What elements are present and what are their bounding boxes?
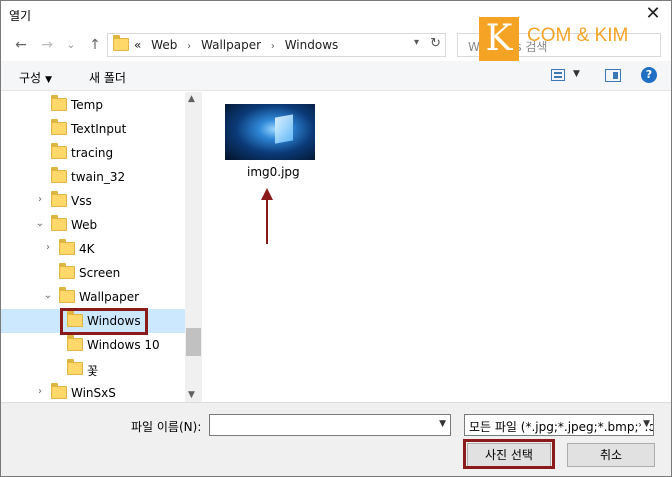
open-button[interactable]: 사진 선택 [467,443,551,467]
breadcrumb-windows[interactable]: Windows [285,38,339,52]
tree-item[interactable]: 꽃 [1,357,185,381]
tree-item-label: Windows [87,314,141,328]
breadcrumb-overflow[interactable]: « [134,38,141,52]
help-icon[interactable]: ? [641,67,657,83]
file-list: img0.jpg [202,92,671,402]
toolbar: 구성 ▼ 새 폴더 ▼ ? [1,61,671,91]
tree-item-label: TextInput [71,122,127,136]
scroll-thumb[interactable] [186,328,201,356]
watermark-letter: K [479,17,519,61]
tree-item[interactable]: twain_32 [1,165,185,189]
annotation-arrow-icon [261,188,273,244]
breadcrumb-separator-icon[interactable]: › [187,41,191,52]
tree-item-label: tracing [71,146,114,160]
navigation-tree: Temp TextInput tracing twain_32 › Vss ⌄ Web › 4K S… [1,92,185,402]
tree-item-label: twain_32 [71,170,126,184]
new-folder-button[interactable]: 새 폴더 [89,69,126,86]
folder-icon [67,359,83,378]
window-title: 열기 [9,9,32,23]
folder-icon [59,239,75,258]
chevron-right-icon[interactable]: › [35,194,45,205]
folder-icon [51,143,67,162]
file-type-value: 모든 파일 (*.jpg;*.jpeg;*.bmp;*.d [469,420,654,434]
filename-label: 파일 이름(N): [131,420,202,434]
chevron-right-icon[interactable]: › [43,242,53,253]
tree-item-label: 4K [79,242,95,256]
tree-item-label: Windows 10 [87,338,160,352]
preview-pane-icon[interactable] [605,69,621,82]
folder-icon [51,95,67,114]
address-bar[interactable]: « Web › Wallpaper › Windows ▾ ↻ [107,33,446,57]
folder-icon [59,263,75,282]
breadcrumb-wallpaper[interactable]: Wallpaper [201,38,261,52]
tree-item[interactable]: Windows 10 [1,333,185,357]
breadcrumb: « Web › Wallpaper › Windows [134,38,344,52]
chevron-down-icon[interactable]: ▼ [641,419,650,429]
tree-item-label: Web [71,218,98,232]
folder-icon [51,167,67,186]
tree-item[interactable]: TextInput [1,117,185,141]
tree-item-label: Temp [71,98,103,112]
folder-icon [67,311,83,330]
folder-icon [59,287,75,306]
tree-item-label: Wallpaper [79,290,140,304]
tree-item-label: 꽃 [87,364,99,378]
tree-item[interactable]: Temp [1,93,185,117]
tree-item-label: Vss [71,194,92,208]
file-type-select[interactable]: 모든 파일 (*.jpg;*.jpeg;*.bmp;*.d ▼ [464,414,654,436]
tree-item-label: WinSxS [71,386,116,400]
up-arrow-icon[interactable]: ↑ [85,35,105,55]
back-arrow-icon[interactable]: ← [11,35,31,55]
image-thumbnail[interactable] [225,104,315,160]
tree-item[interactable]: Windows [1,309,185,333]
folder-icon [67,335,83,354]
tree-item-label: Screen [79,266,121,280]
folder-icon [51,383,67,402]
chevron-down-icon: ▼ [45,75,53,85]
folder-icon [51,191,67,210]
breadcrumb-web[interactable]: Web [151,38,177,52]
scroll-down-icon[interactable]: ▼ [188,390,195,400]
view-options-icon[interactable] [551,69,565,81]
breadcrumb-separator-icon[interactable]: › [271,41,275,52]
watermark-text: COM & KIM [527,25,629,46]
chevron-down-icon[interactable]: ⌄ [43,290,53,301]
tree-item[interactable]: Screen [1,261,185,285]
tree-item[interactable]: tracing [1,141,185,165]
organize-label: 구성 [19,71,42,85]
chevron-down-icon[interactable]: ⌄ [35,218,45,229]
refresh-icon[interactable]: ↻ [430,36,441,51]
tree-item[interactable]: › Vss [1,189,185,213]
folder-icon [51,119,67,138]
cancel-button[interactable]: 취소 [567,443,655,467]
folder-icon [51,215,67,234]
scroll-up-icon[interactable]: ▲ [188,94,195,104]
view-dropdown-icon[interactable]: ▼ [573,69,580,79]
tree-item[interactable]: ⌄ Wallpaper [1,285,185,309]
forward-arrow-icon[interactable]: → [37,35,57,55]
open-file-dialog: 열기 ✕ ← → ⌄ ↑ « Web › Wallpaper › Windows… [0,0,672,477]
organize-button[interactable]: 구성 ▼ [19,69,52,86]
chevron-down-icon[interactable]: ▼ [439,419,446,429]
chevron-right-icon[interactable]: › [35,386,45,397]
address-dropdown-icon[interactable]: ▾ [414,37,419,48]
tree-item[interactable]: › 4K [1,237,185,261]
tree-item[interactable]: ⌄ Web [1,213,185,237]
filename-field[interactable]: ▼ [209,414,451,436]
watermark-logo: K COM & KIM [479,17,661,61]
tree-item[interactable]: › WinSxS [1,381,185,402]
recent-locations-icon[interactable]: ⌄ [61,35,81,55]
footer: 파일 이름(N): ▼ 모든 파일 (*.jpg;*.jpeg;*.bmp;*.… [1,402,671,476]
tree-scrollbar[interactable]: ▲ ▼ [185,92,202,402]
folder-icon [113,35,129,54]
file-name-label[interactable]: img0.jpg [247,165,300,179]
